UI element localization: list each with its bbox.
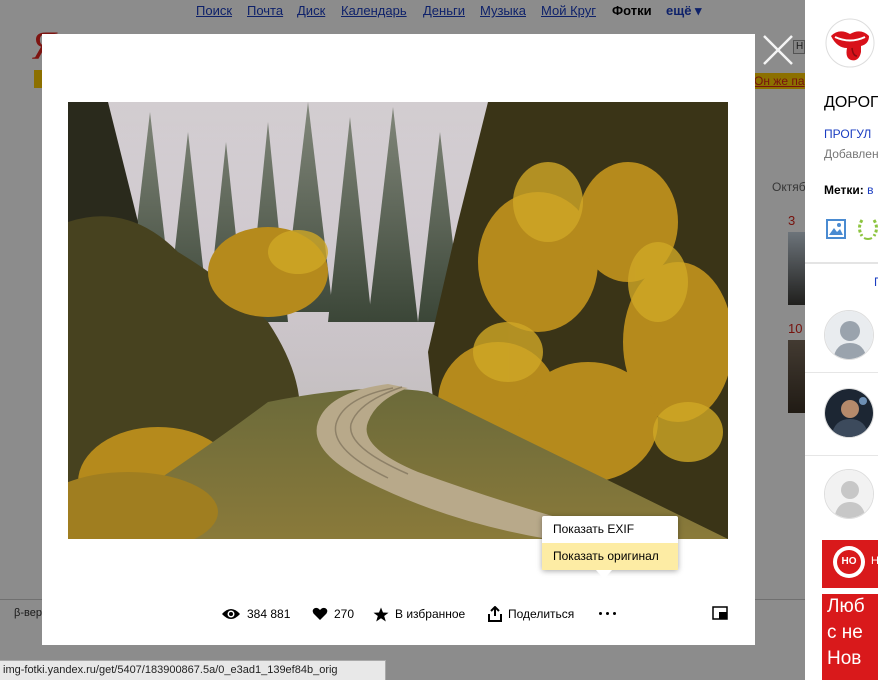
- commenter-avatar-1[interactable]: [824, 310, 874, 360]
- share-button[interactable]: Поделиться: [488, 604, 574, 624]
- favorite-label: В избранное: [395, 607, 466, 621]
- star-icon: [373, 607, 389, 621]
- commenter-avatar-3[interactable]: [824, 469, 874, 519]
- fullscreen-icon[interactable]: [712, 606, 728, 620]
- forest-road-photo: [68, 102, 728, 539]
- heart-icon: [312, 607, 328, 620]
- commenter-avatar-2[interactable]: [824, 388, 874, 438]
- rolling-stones-tongue-icon: [825, 18, 875, 68]
- close-icon[interactable]: [760, 32, 796, 68]
- default-user-icon: [825, 311, 873, 359]
- laurel-wreath-icon[interactable]: [856, 216, 878, 242]
- advertisement-banner[interactable]: НО Н Люб с не Нов: [822, 540, 878, 680]
- photo-info-sidebar: ДОРОГ ПРОГУЛ Добавлен Метки: в П: [805, 0, 878, 680]
- photo-image[interactable]: [68, 102, 728, 539]
- added-date: Добавлен: [824, 147, 878, 161]
- ad-line-3: Нов: [827, 648, 862, 669]
- more-options-icon[interactable]: [599, 605, 623, 621]
- ad-divider: [822, 588, 878, 594]
- user-photo-icon: [825, 389, 873, 437]
- ad-tag: Н: [871, 555, 878, 567]
- likes-count: 270: [334, 607, 355, 621]
- views-count: 384 881: [247, 607, 291, 621]
- menu-pointer: [596, 570, 612, 579]
- more-options-menu: Показать EXIF Показать оригинал: [542, 516, 678, 570]
- default-user-icon: [825, 470, 873, 518]
- ad-line-2: с не: [827, 622, 863, 643]
- picture-icon[interactable]: [825, 218, 847, 240]
- comment-divider: [805, 455, 878, 456]
- share-icon: [488, 606, 502, 622]
- tag-link[interactable]: в: [867, 183, 873, 197]
- comment-divider: [805, 372, 878, 373]
- ad-line-1: Люб: [827, 596, 865, 617]
- eye-icon: [222, 609, 240, 619]
- tags-label: Метки:: [824, 183, 864, 197]
- photo-title: ДОРОГ: [824, 94, 878, 111]
- favorite-button[interactable]: В избранное: [373, 604, 465, 624]
- tags-row: Метки: в: [824, 183, 874, 197]
- show-original-item[interactable]: Показать оригинал: [542, 543, 678, 570]
- browser-status-bar: img-fotki.yandex.ru/get/5407/183900867.5…: [0, 660, 386, 680]
- views-counter: 384 881: [221, 604, 290, 624]
- show-exif-item[interactable]: Показать EXIF: [542, 516, 678, 543]
- like-button[interactable]: 270: [312, 604, 354, 624]
- ad-logo: НО: [833, 546, 865, 578]
- photo-actions-bar: 384 881 270 В избранное Поделиться: [221, 604, 661, 624]
- share-label: Поделиться: [508, 607, 575, 621]
- sidebar-divider: [805, 262, 878, 264]
- author-avatar[interactable]: [825, 18, 875, 68]
- comments-link[interactable]: П: [874, 275, 878, 289]
- album-link[interactable]: ПРОГУЛ: [824, 127, 871, 141]
